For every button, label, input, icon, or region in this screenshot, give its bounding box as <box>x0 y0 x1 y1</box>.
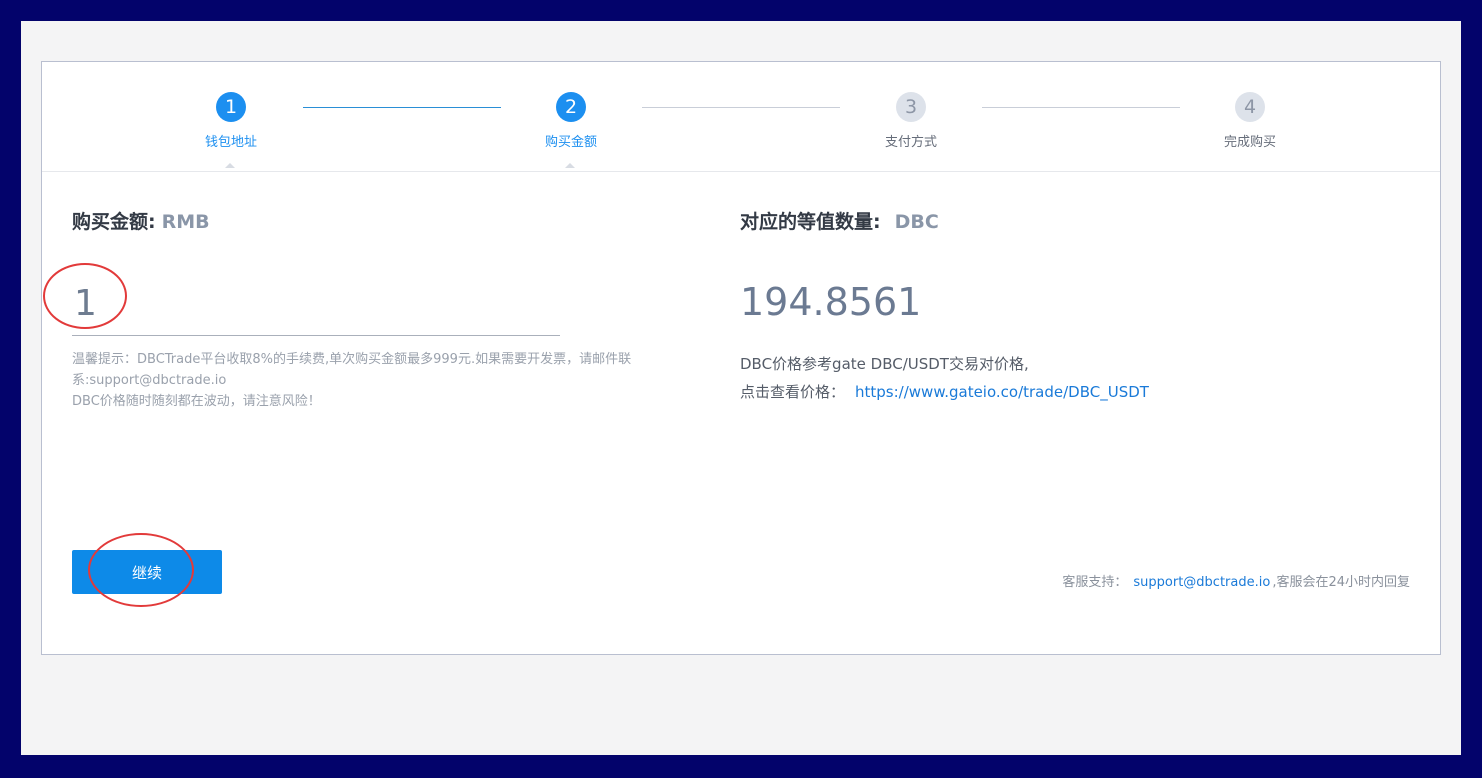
support-email-link[interactable]: support@dbctrade.io <box>1133 575 1270 590</box>
step-number: 3 <box>896 92 926 122</box>
support-label: 客服支持： <box>1062 575 1128 590</box>
step-connector-3 <box>982 107 1180 108</box>
page-background: 1 钱包地址 2 购买金额 3 支付方式 4 完成购买 购买金额: RMB 1 … <box>21 21 1461 755</box>
price-reference-line: DBC价格参考gate DBC/USDT交易对价格, <box>740 355 1029 373</box>
currency-unit: RMB <box>161 211 210 233</box>
support-suffix: ,客服会在24小时内回复 <box>1272 575 1410 590</box>
token-unit: DBC <box>894 211 939 233</box>
amount-input[interactable] <box>72 272 560 336</box>
step-connector-1 <box>303 107 501 108</box>
step-label: 完成购买 <box>1223 135 1276 150</box>
price-link-row: 点击查看价格： https://www.gateio.co/trade/DBC_U… <box>740 378 1149 406</box>
gateio-price-link[interactable]: https://www.gateio.co/trade/DBC_USDT <box>855 383 1149 401</box>
price-reference: DBC价格参考gate DBC/USDT交易对价格, 点击查看价格： https:… <box>740 350 1149 406</box>
price-link-label: 点击查看价格： <box>740 383 846 401</box>
step-wallet-address[interactable]: 1 钱包地址 <box>171 92 291 168</box>
step-label: 钱包地址 <box>204 135 257 150</box>
continue-button[interactable]: 继续 <box>72 550 222 594</box>
step-payment-method: 3 支付方式 <box>851 92 971 150</box>
fee-notice-line: 温馨提示：DBCTrade平台收取8%的手续费,单次购买金额最多999元.如果需… <box>72 352 632 388</box>
heading-text: 购买金额: <box>72 211 156 233</box>
dbc-amount-value: 194.8561 <box>740 280 922 324</box>
step-caret-icon <box>565 163 575 168</box>
step-number: 1 <box>216 92 246 122</box>
equivalent-amount-heading: 对应的等值数量: DBC <box>740 207 939 234</box>
step-purchase-amount[interactable]: 2 购买金额 <box>511 92 631 168</box>
purchase-card: 1 钱包地址 2 购买金额 3 支付方式 4 完成购买 购买金额: RMB 1 … <box>41 61 1441 655</box>
heading-text: 对应的等值数量: <box>740 211 881 233</box>
risk-notice-line: DBC价格随时随刻都在波动，请注意风险！ <box>72 394 321 409</box>
step-number: 2 <box>556 92 586 122</box>
step-label: 购买金额 <box>544 135 597 150</box>
step-connector-2 <box>642 107 840 108</box>
step-label: 支付方式 <box>884 135 937 150</box>
purchase-amount-heading: 购买金额: RMB <box>72 207 210 234</box>
step-caret-icon <box>225 163 235 168</box>
step-complete-purchase: 4 完成购买 <box>1190 92 1310 150</box>
step-number: 4 <box>1235 92 1265 122</box>
progress-steps: 1 钱包地址 2 购买金额 3 支付方式 4 完成购买 <box>42 62 1440 172</box>
customer-support: 客服支持： support@dbctrade.io ,客服会在24小时内回复 <box>1062 571 1410 590</box>
fee-notice: 温馨提示：DBCTrade平台收取8%的手续费,单次购买金额最多999元.如果需… <box>72 349 672 412</box>
